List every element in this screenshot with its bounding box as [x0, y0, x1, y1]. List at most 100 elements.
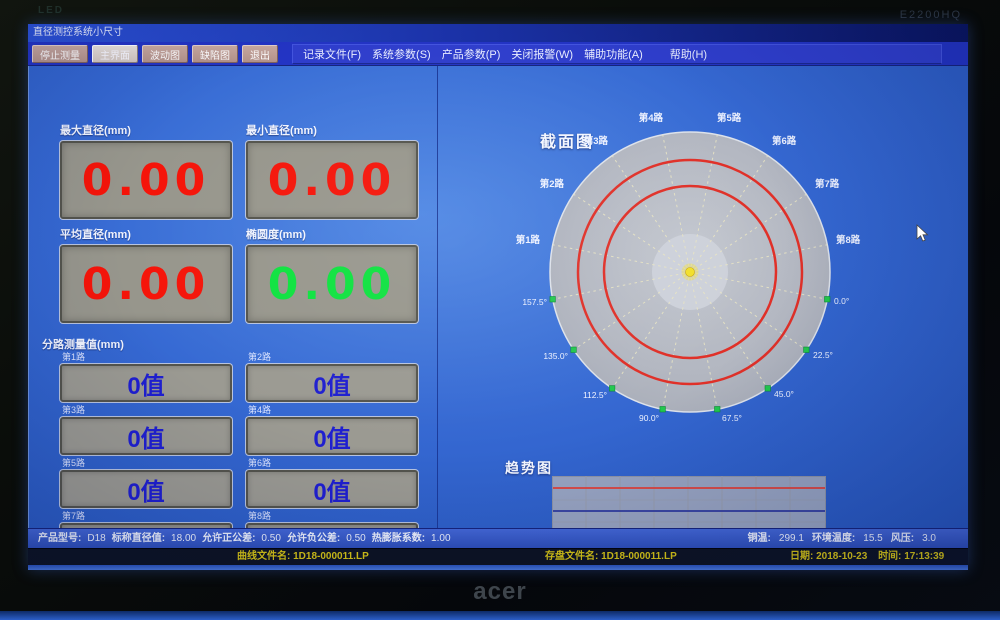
- datetime-group: 日期: 2018-10-23 时间: 17:13:39: [790, 549, 944, 565]
- avg-diameter-value: 0.00: [82, 259, 211, 310]
- window-title: 直径测控系统小尺寸: [33, 27, 123, 38]
- angle-label-90: 90.0°: [639, 413, 659, 423]
- menu-system-params[interactable]: 系统参数(S): [372, 46, 431, 62]
- channel-1-label: 第1路: [62, 350, 232, 363]
- defect-chart-button[interactable]: 缺陷图: [192, 45, 238, 63]
- pos-tolerance-value: 0.50: [261, 529, 280, 548]
- air-pressure-value: 3.0: [922, 529, 936, 548]
- save-file-value: 1D18-000011.LP: [601, 551, 677, 562]
- ovality-value: 0.00: [268, 259, 397, 310]
- product-model-value: D18: [87, 529, 105, 548]
- acer-logo: acer: [0, 578, 1000, 606]
- channel-2-label: 第2路: [248, 350, 418, 363]
- bezel-led-badge: LED: [38, 5, 64, 16]
- measurement-panel: 最大直径(mm) 0.00 最小直径(mm) 0.00 平均直径(mm) 0.0…: [28, 66, 438, 528]
- time-label: 时间:: [878, 551, 901, 562]
- toolbar-row: 停止测量 主界面 波动图 缺陷图 退出 记录文件(F) 系统参数(S) 产品参数…: [28, 42, 968, 66]
- max-diameter-value: 0.00: [82, 155, 211, 206]
- angle-label-157: 157.5°: [522, 297, 547, 307]
- angle-label-22: 22.5°: [813, 350, 833, 360]
- menu-record-file[interactable]: 记录文件(F): [303, 46, 361, 62]
- angle-label-112: 112.5°: [583, 390, 607, 400]
- menu-product-params[interactable]: 产品参数(P): [442, 46, 501, 62]
- channel-7-label: 第7路: [62, 509, 232, 522]
- thermal-coeff-value: 1.00: [431, 529, 450, 548]
- channel-3-value: 0值: [127, 419, 164, 454]
- spoke-label-4: 第4路: [639, 112, 664, 124]
- ambient-temp-label: 环境温度:: [812, 529, 855, 548]
- channel-5-label: 第5路: [62, 456, 232, 469]
- menu-close-alarm[interactable]: 关闭报警(W): [511, 46, 573, 62]
- channel-4-display: 0值: [246, 417, 418, 455]
- min-diameter-display: 0.00: [246, 141, 418, 219]
- toolbar: 停止测量 主界面 波动图 缺陷图 退出: [32, 45, 278, 63]
- monitor-bezel: LED E2200HQ 直径测控系统小尺寸 停止测量 主界面 波动图 缺陷图 退…: [0, 0, 1000, 620]
- ambient-temp-value: 15.5: [863, 529, 882, 548]
- curve-file-group: 曲线文件名: 1D18-000011.LP: [237, 549, 369, 565]
- spoke-label-6: 第6路: [772, 135, 797, 147]
- product-model-label: 产品型号:: [38, 529, 81, 548]
- save-file-group: 存盘文件名: 1D18-000011.LP: [545, 549, 677, 565]
- product-status-group: 产品型号: D18 标称直径值: 18.00 允许正公差: 0.50 允许负公差…: [28, 529, 451, 548]
- spoke-label-7: 第7路: [815, 178, 840, 190]
- channel-1-value: 0值: [127, 366, 164, 401]
- menu-help[interactable]: 帮助(H): [670, 46, 707, 62]
- channel-4-label: 第4路: [248, 403, 418, 416]
- curve-file-value: 1D18-000011.LP: [293, 551, 369, 562]
- channel-5-display: 0值: [60, 470, 232, 508]
- spoke-label-8: 第8路: [836, 234, 861, 246]
- spoke-label-5: 第5路: [717, 112, 742, 124]
- status-bar: 产品型号: D18 标称直径值: 18.00 允许正公差: 0.50 允许负公差…: [28, 528, 968, 548]
- channel-4-value: 0值: [313, 419, 350, 454]
- min-diameter-label: 最小直径(mm): [246, 122, 418, 138]
- channel-3-display: 0值: [60, 417, 232, 455]
- date-value: 2018-10-23: [816, 551, 867, 562]
- nominal-diameter-value: 18.00: [171, 529, 196, 548]
- air-pressure-label: 风压:: [891, 529, 914, 548]
- channel-2-value: 0值: [313, 366, 350, 401]
- ovality-label: 椭圆度(mm): [246, 226, 418, 242]
- spoke-label-3: 第3路: [584, 135, 609, 147]
- menu-aux-functions[interactable]: 辅助功能(A): [584, 46, 643, 62]
- screen-bottom-glow: [28, 565, 968, 570]
- max-diameter-display: 0.00: [60, 141, 232, 219]
- spoke-label-1: 第1路: [516, 234, 541, 246]
- main-view-button[interactable]: 主界面: [92, 45, 138, 63]
- date-label: 日期:: [790, 551, 813, 562]
- max-diameter-label: 最大直径(mm): [60, 122, 232, 138]
- main-area: 最大直径(mm) 0.00 最小直径(mm) 0.00 平均直径(mm) 0.0…: [28, 66, 968, 528]
- menubar: 记录文件(F) 系统参数(S) 产品参数(P) 关闭报警(W) 辅助功能(A) …: [292, 44, 942, 64]
- file-status-bar: 曲线文件名: 1D18-000011.LP 存盘文件名: 1D18-000011…: [28, 548, 968, 565]
- channel-2-display: 0值: [246, 364, 418, 402]
- channel-6-display: 0值: [246, 470, 418, 508]
- bezel-model-label: E2200HQ: [900, 9, 962, 21]
- cross-section-chart: 第1路 第2路 第3路 第4路 第5路 第6路 第7路 第8路 0.0° 22.…: [510, 109, 870, 445]
- channel-8-label: 第8路: [248, 509, 418, 522]
- avg-diameter-label: 平均直径(mm): [60, 226, 232, 242]
- copper-temp-value: 299.1: [779, 529, 804, 548]
- time-value: 17:13:39: [904, 551, 944, 562]
- neg-tolerance-value: 0.50: [346, 529, 365, 548]
- angle-label-45: 45.0°: [774, 389, 794, 399]
- exit-button[interactable]: 退出: [242, 45, 278, 63]
- channel-6-label: 第6路: [248, 456, 418, 469]
- angle-label-67: 67.5°: [722, 413, 742, 423]
- trend-chart-title: 趋势图: [505, 458, 553, 478]
- copper-temp-label: 铜温:: [748, 529, 771, 548]
- pos-tolerance-label: 允许正公差:: [202, 529, 255, 548]
- wave-chart-button[interactable]: 波动图: [142, 45, 188, 63]
- curve-file-label: 曲线文件名:: [237, 551, 290, 562]
- avg-diameter-display: 0.00: [60, 245, 232, 323]
- channel-6-value: 0值: [313, 472, 350, 507]
- screen: 直径测控系统小尺寸 停止测量 主界面 波动图 缺陷图 退出 记录文件(F) 系统…: [28, 24, 968, 570]
- stop-measure-button[interactable]: 停止测量: [32, 45, 88, 63]
- neg-tolerance-label: 允许负公差:: [287, 529, 340, 548]
- spoke-label-2: 第2路: [540, 178, 565, 190]
- environment-status-group: 铜温: 299.1 环境温度: 15.5 风压: 3.0: [748, 529, 968, 548]
- center-dot: [686, 268, 695, 277]
- min-diameter-value: 0.00: [268, 155, 397, 206]
- ovality-display: 0.00: [246, 245, 418, 323]
- mouse-cursor: [916, 224, 930, 244]
- window-titlebar: 直径测控系统小尺寸: [28, 24, 968, 42]
- angle-label-135: 135.0°: [543, 351, 568, 361]
